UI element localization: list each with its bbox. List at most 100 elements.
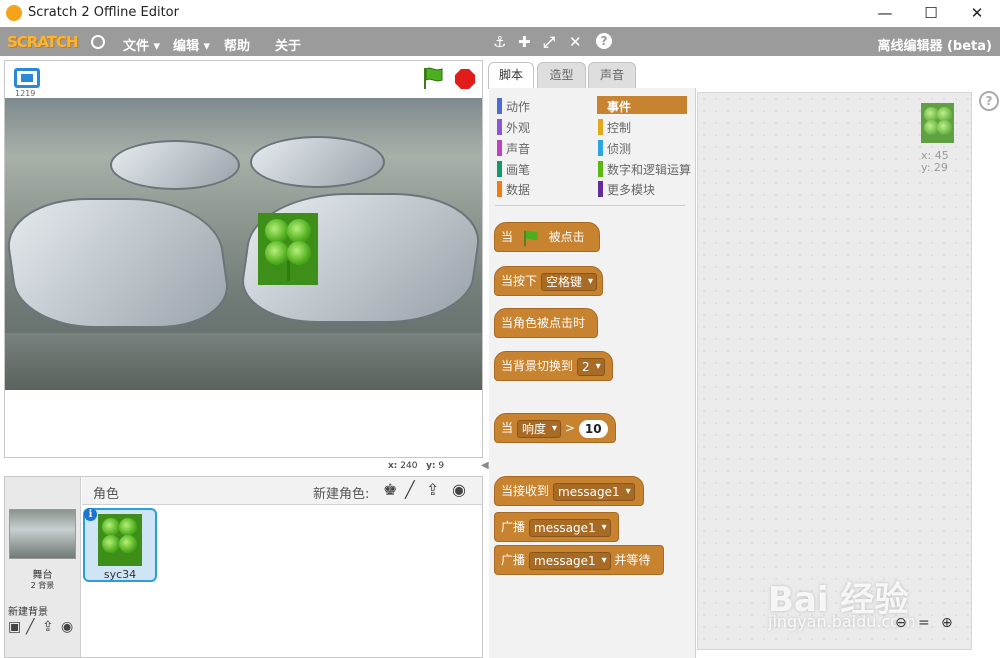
category-label: 动作: [506, 100, 531, 114]
message-dropdown[interactable]: message1: [529, 518, 611, 537]
category-sound[interactable]: 声音: [497, 140, 531, 157]
tab-sounds[interactable]: 声音: [588, 62, 636, 88]
stage-backdrop-ground: [5, 333, 482, 390]
paint-sprite-icon[interactable]: ╱: [405, 480, 415, 499]
presentation-mode-icon[interactable]: [14, 68, 40, 88]
stage-toolbar: [5, 61, 482, 98]
category-events-label: 事件: [607, 100, 632, 114]
clover-leaf: [937, 120, 952, 135]
new-backdrop-label: 新建背景: [8, 607, 48, 618]
grow-icon[interactable]: ⤢: [543, 33, 555, 51]
clover-stem: [287, 261, 290, 281]
block-broadcast[interactable]: 广播 message1: [494, 512, 619, 542]
category-color-bar: [598, 181, 603, 197]
message-dropdown[interactable]: message1: [529, 551, 611, 570]
menu-edit[interactable]: 编辑 ▾: [173, 35, 210, 54]
scratch-cat-icon: [6, 5, 22, 21]
category-data[interactable]: 数据: [497, 181, 530, 198]
language-globe-icon[interactable]: [91, 35, 105, 49]
sensor-dropdown[interactable]: 响度: [517, 419, 562, 438]
tab-scripts[interactable]: 脚本: [488, 62, 534, 89]
duplicate-icon[interactable]: ⚓: [493, 33, 506, 51]
scripts-area[interactable]: [697, 92, 972, 650]
menu-about[interactable]: 关于: [275, 35, 301, 54]
block-text: >: [564, 421, 575, 435]
backdrop-library-icon[interactable]: ▣: [8, 619, 21, 635]
maximize-button[interactable]: ☐: [916, 3, 946, 23]
version-label: 1219: [15, 89, 36, 98]
sprites-title: 角色: [93, 487, 120, 502]
zoom-out-icon[interactable]: ⊖: [895, 615, 907, 631]
block-when-backdrop-switches[interactable]: 当背景切换到 2: [494, 351, 613, 381]
upload-backdrop-icon[interactable]: ⇪: [42, 619, 54, 635]
stage-backdrop-shape: [250, 136, 385, 188]
block-when-flag-clicked[interactable]: 当 被点击: [494, 222, 600, 252]
cut-icon[interactable]: ✚: [518, 33, 531, 51]
upload-sprite-icon[interactable]: ⇪: [426, 480, 439, 499]
window-titlebar: Scratch 2 Offline Editor — ☐ ✕: [0, 0, 1000, 27]
offline-editor-label: 离线编辑器 (beta): [877, 39, 992, 54]
block-text: 当: [501, 421, 514, 435]
collapse-stage-arrow-icon[interactable]: ◀: [481, 460, 489, 474]
clover-leaf: [265, 241, 289, 265]
scratch-logo[interactable]: SCRATCH: [7, 33, 79, 51]
stage-canvas[interactable]: [5, 98, 482, 390]
sensor-number-input[interactable]: 10: [578, 419, 608, 438]
mouse-y-value: 9: [438, 461, 445, 471]
sprite-library-icon[interactable]: ♚: [383, 480, 397, 499]
backdrop-dropdown[interactable]: 2: [577, 357, 605, 376]
category-label: 数字和逻辑运算: [607, 163, 692, 177]
category-color-bar: [598, 140, 603, 156]
category-label: 控制: [607, 121, 632, 135]
clover-leaf: [265, 219, 289, 243]
block-when-receive[interactable]: 当接收到 message1: [494, 476, 644, 506]
category-label: 侦测: [607, 142, 632, 156]
green-flag-icon[interactable]: [422, 66, 444, 90]
stage-label: 舞台: [32, 570, 53, 581]
sprite-panel-header: [82, 477, 482, 505]
sprite-info-icon[interactable]: i: [84, 508, 97, 521]
block-text: 广播: [501, 520, 526, 534]
stop-sign-icon[interactable]: [455, 69, 475, 89]
block-when-sensor-greater[interactable]: 当响度 >10: [494, 413, 616, 443]
block-broadcast-and-wait[interactable]: 广播message1 并等待: [494, 545, 664, 575]
menu-help[interactable]: 帮助: [224, 35, 250, 54]
block-text: 并等待: [614, 553, 651, 567]
block-text: 当: [501, 230, 514, 244]
clover-leaf: [119, 518, 137, 536]
block-when-sprite-clicked[interactable]: 当角色被点击时: [494, 308, 598, 338]
block-text: 当角色被点击时: [501, 316, 586, 330]
message-dropdown[interactable]: message1: [553, 482, 635, 501]
camera-sprite-icon[interactable]: ◉: [452, 480, 466, 499]
shrink-icon[interactable]: ✕: [569, 33, 582, 51]
zoom-in-icon[interactable]: ⊕: [941, 615, 953, 631]
camera-backdrop-icon[interactable]: ◉: [61, 619, 73, 635]
category-sensing[interactable]: 侦测: [598, 140, 632, 157]
category-more-blocks[interactable]: 更多模块: [598, 181, 655, 198]
help-icon[interactable]: ?: [596, 33, 612, 49]
category-pen[interactable]: 画笔: [497, 161, 530, 178]
category-looks[interactable]: 外观: [497, 119, 531, 136]
close-button[interactable]: ✕: [962, 3, 992, 23]
mouse-x-label: x:: [388, 461, 398, 471]
category-label: 外观: [506, 121, 531, 135]
category-color-bar: [497, 119, 502, 135]
category-control[interactable]: 控制: [598, 119, 632, 136]
zoom-reset-icon[interactable]: =: [918, 615, 930, 631]
menu-file[interactable]: 文件 ▾: [123, 35, 160, 54]
paint-backdrop-icon[interactable]: ╱: [26, 619, 34, 635]
block-when-key-pressed[interactable]: 当按下 空格键: [494, 266, 603, 296]
sprite-y-position: y: 29: [921, 161, 948, 174]
help-tips-icon[interactable]: ?: [979, 91, 999, 111]
category-operators[interactable]: 数字和逻辑运算: [598, 161, 692, 178]
stage-thumbnail[interactable]: [9, 509, 76, 559]
category-color-bar: [497, 98, 502, 114]
key-dropdown[interactable]: 空格键: [541, 272, 598, 291]
category-label: 声音: [506, 142, 531, 156]
minimize-button[interactable]: —: [870, 3, 900, 23]
tab-costumes[interactable]: 造型: [537, 62, 586, 88]
zoom-controls: ⊖ = ⊕: [891, 615, 961, 637]
category-motion[interactable]: 动作: [497, 98, 531, 115]
sprite-on-stage[interactable]: [258, 213, 318, 285]
block-text: 被点击: [548, 230, 585, 244]
